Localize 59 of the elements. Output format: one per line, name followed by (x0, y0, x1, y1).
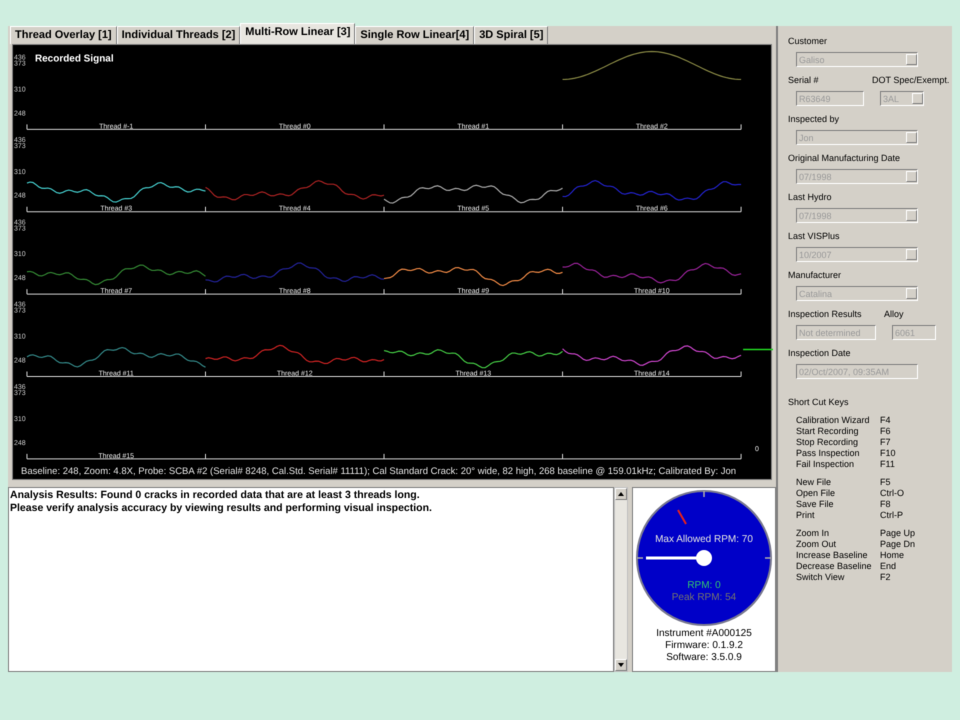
instrument-info: Software: 3.5.0.9 (666, 652, 742, 664)
max-rpm-marker (677, 510, 687, 524)
shortcut-key: F8 (880, 499, 891, 509)
rpm-reading: RPM: 0 (687, 580, 721, 591)
field-label: Serial # (788, 75, 820, 86)
shortcut-action: New File (796, 477, 832, 487)
gauge-needle (646, 550, 712, 566)
field-label: DOT Spec/Exempt. (872, 75, 950, 86)
max-rpm-text: Max Allowed RPM: 70 (655, 534, 753, 545)
shortcut-key: Page Dn (880, 539, 916, 549)
view-tab[interactable]: Multi-Row Linear [3] (240, 23, 356, 44)
shortcut-key: F4 (880, 415, 891, 425)
shortcut-key: F2 (880, 572, 891, 582)
shortcut-key: Ctrl-P (880, 510, 903, 520)
shortcut-action: Save File (796, 499, 835, 509)
shortcut-action: Zoom In (796, 528, 830, 538)
shortcut-action: Start Recording (796, 426, 860, 436)
shortcut-key: Page Up (880, 528, 916, 538)
field-label: Inspection Results (788, 309, 863, 320)
field-label: Alloy (884, 309, 905, 320)
view-tab[interactable]: Single Row Linear[4] (355, 26, 474, 44)
shortcut-key: F10 (880, 448, 896, 458)
shortcut-action: Calibration Wizard (796, 415, 871, 425)
field-label: Inspection Date (788, 348, 852, 359)
shortcut-key: Ctrl-O (880, 488, 904, 498)
shortcut-action: Print (796, 510, 816, 520)
shortcut-key: Home (880, 550, 904, 560)
shortcut-action: Switch View (796, 572, 846, 582)
analysis-text: Please verify analysis accuracy by viewing results and performing visual inspection. (10, 502, 433, 515)
field-label: Customer (788, 36, 828, 47)
shortcut-action: Zoom Out (796, 539, 838, 549)
shortcut-action: Increase Baseline (796, 550, 869, 560)
scrollbar[interactable] (614, 487, 628, 672)
plot-title: Recorded Signal (34, 54, 114, 64)
field-label: Last VISPlus (788, 231, 841, 242)
shortcut-key: F11 (880, 459, 895, 469)
field-label: Last Hydro (788, 192, 833, 203)
shortcut-key: F6 (880, 426, 891, 436)
shortcut-action: Stop Recording (796, 437, 860, 447)
analysis-text: Analysis Results: Found 0 cracks in recorded data that are at least 3 threads long. (10, 489, 421, 502)
instrument-info: Firmware: 0.1.9.2 (665, 640, 743, 652)
level-marker (743, 348, 773, 350)
calibration-status: Baseline: 248, Zoom: 4.8X, Probe: SCBA #2 (Serial# 8248, Cal.Std. Serial# 11111); Cal Standard Crack: 20° wide, 82 high, 268 baseline @ 159.01kHz; Calibrated By: Jon (20, 465, 738, 478)
field-label: Manufacturer (788, 270, 842, 281)
view-tab[interactable]: Thread Overlay [1] (10, 26, 117, 44)
shortcut-action: Decrease Baseline (796, 561, 873, 571)
view-tab[interactable]: Individual Threads [2] (116, 26, 240, 44)
field-label: Inspected by (788, 114, 840, 125)
shortcut-key: F5 (880, 477, 891, 487)
view-tab[interactable]: 3D Spiral [5] (474, 26, 548, 44)
shortcuts-heading: Short Cut Keys (788, 397, 850, 407)
shortcut-action: Pass Inspection (796, 448, 861, 458)
instrument-info: Instrument #A000125 (656, 628, 752, 640)
field-label: Original Manufacturing Date (788, 153, 902, 164)
shortcut-action: Open File (796, 488, 836, 498)
shortcut-key: F7 (880, 437, 891, 447)
peak-rpm-reading: Peak RPM: 54 (672, 592, 736, 603)
shortcut-action: Fail Inspection (796, 459, 856, 469)
shortcut-key: End (880, 561, 896, 571)
